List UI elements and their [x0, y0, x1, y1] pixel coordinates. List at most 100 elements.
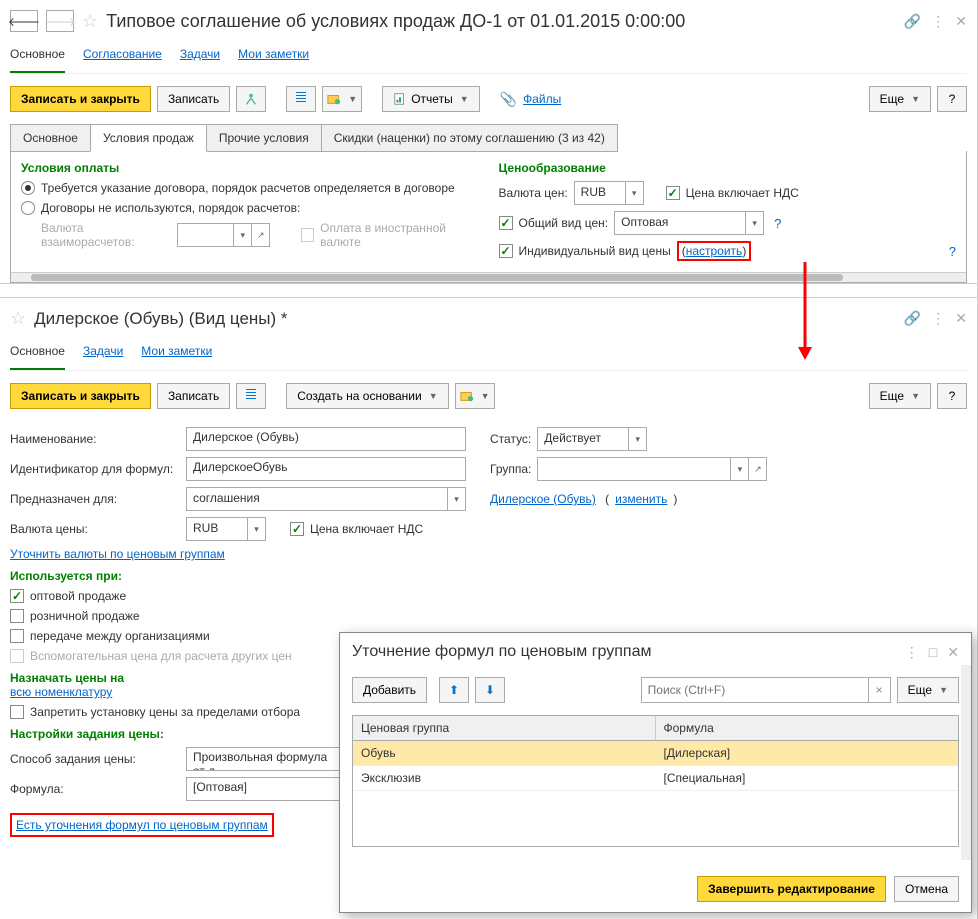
all-nomenclature-link[interactable]: всю номенклатуру: [10, 685, 112, 699]
move-down-button[interactable]: ⬇: [475, 677, 505, 703]
refine-formulas-link[interactable]: Есть уточнения формул по ценовым группам: [16, 818, 268, 832]
status-value[interactable]: Действует: [538, 428, 628, 450]
vat-checkbox[interactable]: [666, 186, 680, 200]
nav-tasks[interactable]: Задачи: [180, 47, 220, 61]
col-group[interactable]: Ценовая группа: [353, 716, 656, 740]
price-currency-value[interactable]: RUB: [575, 182, 625, 204]
retail-checkbox[interactable]: [10, 609, 24, 623]
common-dropdown[interactable]: ▾: [745, 212, 763, 234]
currency-dropdown-3[interactable]: ▾: [247, 518, 265, 540]
add-button[interactable]: Добавить: [352, 677, 427, 703]
common-price-checkbox[interactable]: [499, 216, 513, 230]
move-up-button[interactable]: ⬆: [439, 677, 469, 703]
create-based-button[interactable]: Создать на основании▼: [286, 383, 448, 409]
status-dropdown[interactable]: ▾: [628, 428, 646, 450]
forward-button[interactable]: 🡒: [46, 10, 74, 32]
purpose-dropdown[interactable]: ▾: [447, 488, 465, 510]
search-input[interactable]: [642, 678, 868, 702]
common-price-label: Общий вид цен:: [519, 216, 609, 230]
search-clear-icon[interactable]: ×: [868, 678, 890, 702]
foreign-checkbox[interactable]: [301, 228, 314, 242]
refine-currencies-link[interactable]: Уточнить валюты по ценовым группам: [10, 547, 225, 561]
more-button-1[interactable]: Еще▼: [869, 86, 931, 112]
name-input[interactable]: Дилерское (Обувь): [186, 427, 466, 451]
save-close-button[interactable]: Записать и закрыть: [10, 86, 151, 112]
vat-checkbox-2[interactable]: [290, 522, 304, 536]
paperclip-icon[interactable]: 📎: [500, 91, 517, 108]
back-button[interactable]: 🡐: [10, 10, 38, 32]
tab-discounts[interactable]: Скидки (наценки) по этому соглашению (3 …: [321, 124, 618, 152]
link-icon[interactable]: 🔗: [904, 310, 921, 327]
files-link[interactable]: Файлы: [523, 92, 561, 106]
kebab-icon[interactable]: ⋮: [931, 310, 945, 327]
nav2-tasks[interactable]: Задачи: [83, 344, 123, 358]
finish-edit-button[interactable]: Завершить редактирование: [697, 876, 886, 902]
tab-main[interactable]: Основное: [10, 124, 91, 152]
reports-button[interactable]: Отчеты▼: [382, 86, 479, 112]
link-icon[interactable]: 🔗: [904, 13, 921, 30]
help-button-2[interactable]: ?: [937, 383, 967, 409]
table-row[interactable]: Эксклюзив [Специальная]: [353, 766, 958, 791]
nav-main[interactable]: Основное: [10, 47, 65, 73]
help-individual[interactable]: ?: [949, 244, 956, 259]
save-button[interactable]: Записать: [157, 86, 230, 112]
formula-label: Формула:: [10, 782, 180, 796]
tab-other[interactable]: Прочие условия: [206, 124, 322, 152]
individual-checkbox[interactable]: [499, 244, 513, 258]
radio-no-contract[interactable]: [21, 201, 35, 215]
wholesale-checkbox[interactable]: [10, 589, 24, 603]
nav2-notes[interactable]: Мои заметки: [141, 344, 212, 358]
id-input[interactable]: ДилерскоеОбувь: [186, 457, 466, 481]
help-common[interactable]: ?: [774, 216, 781, 231]
col-formula[interactable]: Формула: [656, 716, 959, 740]
search-box[interactable]: ×: [641, 677, 891, 703]
dialog-close-icon[interactable]: ✕: [947, 644, 959, 661]
folder-button-2[interactable]: ▼: [455, 383, 495, 409]
nav2-main[interactable]: Основное: [10, 344, 65, 370]
list-icon-button[interactable]: [286, 86, 316, 112]
prohibit-checkbox[interactable]: [10, 705, 24, 719]
approval-icon-button[interactable]: [236, 86, 266, 112]
group-value[interactable]: [538, 458, 730, 480]
create-based-label: Создать на основании: [297, 389, 422, 403]
dialog-more-button[interactable]: Еще▼: [897, 677, 959, 703]
method-input[interactable]: Произвольная формула от д: [186, 747, 346, 771]
list-icon: [296, 92, 306, 107]
configure-link[interactable]: настроить: [686, 244, 743, 258]
group-dropdown[interactable]: ▾: [730, 458, 748, 480]
nav-approval[interactable]: Согласование: [83, 47, 162, 61]
favorite-icon-2[interactable]: ☆: [10, 308, 26, 329]
more-button-2[interactable]: Еще▼: [869, 383, 931, 409]
tab-sales[interactable]: Условия продаж: [90, 124, 207, 152]
cell-group: Эксклюзив: [353, 766, 656, 790]
window1-scrollbar[interactable]: [11, 272, 966, 282]
currency-dropdown2[interactable]: ▾: [625, 182, 643, 204]
purpose-value[interactable]: соглашения: [187, 488, 447, 510]
change-link[interactable]: изменить: [615, 492, 667, 506]
payment-header: Условия оплаты: [21, 161, 479, 175]
dialog-maximize-icon[interactable]: □: [929, 644, 937, 660]
transfer-checkbox[interactable]: [10, 629, 24, 643]
save-button-2[interactable]: Записать: [157, 383, 230, 409]
group-open[interactable]: ↗: [748, 458, 766, 480]
help-button[interactable]: ?: [937, 86, 967, 112]
nav-notes[interactable]: Мои заметки: [238, 47, 309, 61]
close-icon[interactable]: ✕: [955, 310, 967, 327]
kebab-icon[interactable]: ⋮: [931, 13, 945, 30]
agreement-link[interactable]: Дилерское (Обувь): [490, 492, 596, 506]
dialog-scrollbar[interactable]: [961, 665, 971, 860]
currency-dropdown[interactable]: ▾: [233, 224, 251, 246]
radio-contract[interactable]: [21, 181, 35, 195]
list-button-2[interactable]: [236, 383, 266, 409]
common-price-value[interactable]: Оптовая: [615, 212, 745, 234]
formula-input[interactable]: [Оптовая]: [186, 777, 346, 801]
cancel-button[interactable]: Отмена: [894, 876, 959, 902]
favorite-icon[interactable]: ☆: [82, 11, 98, 32]
currency-open[interactable]: ↗: [251, 224, 269, 246]
close-icon[interactable]: ✕: [955, 13, 967, 30]
table-row[interactable]: Обувь [Дилерская]: [353, 741, 958, 766]
save-close-button-2[interactable]: Записать и закрыть: [10, 383, 151, 409]
folder-icon-button[interactable]: ▼: [322, 86, 362, 112]
currency-value-2[interactable]: RUB: [187, 518, 247, 540]
dialog-kebab-icon[interactable]: ⋮: [905, 644, 919, 661]
